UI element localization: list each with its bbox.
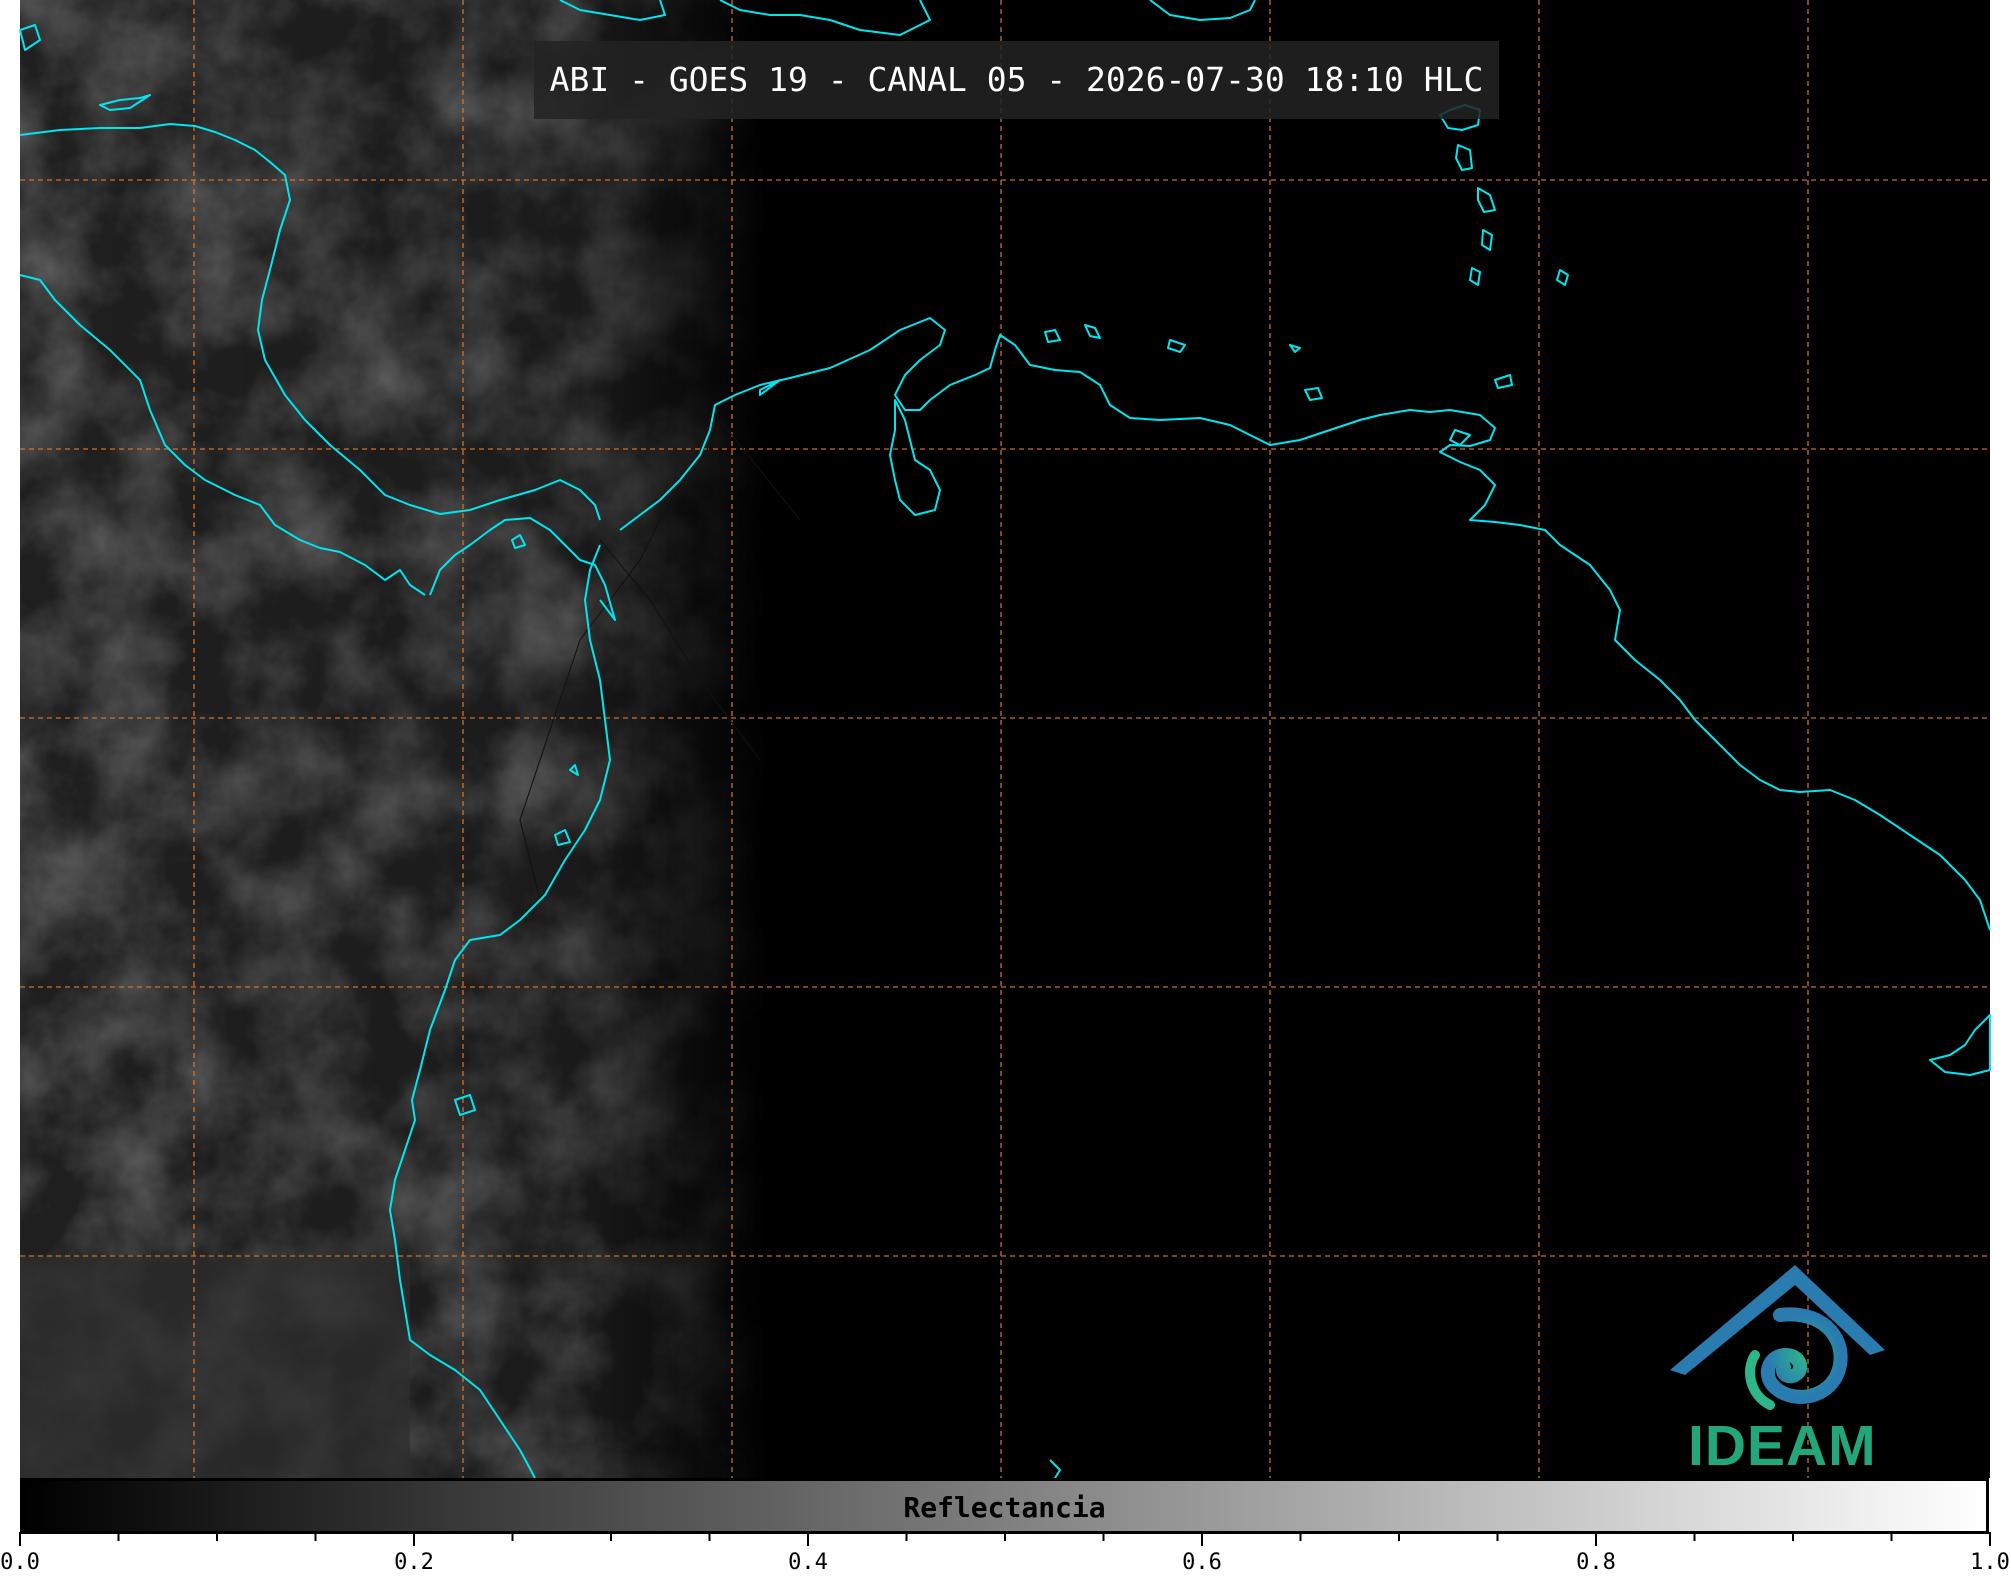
ideam-logo xyxy=(1670,1265,1885,1410)
map-title: ABI - GOES 19 - CANAL 05 - 2026-07-30 18… xyxy=(549,60,1484,99)
colorbar-label: Reflectancia xyxy=(903,1491,1106,1524)
colorbar-ticks xyxy=(19,1532,1991,1546)
colorbar-tick-label: 1.0 xyxy=(1970,1550,2010,1575)
lower-left-cloud-sheet xyxy=(20,1255,410,1478)
colorbar-tick-label: 0.2 xyxy=(394,1550,434,1575)
logo-wordmark: IDEAM xyxy=(1688,1414,1877,1478)
colorbar-tick-label: 0.6 xyxy=(1182,1550,1222,1575)
colorbar-tick-label: 0.4 xyxy=(788,1550,828,1575)
colorbar: Reflectancia xyxy=(20,1478,1989,1534)
colorbar-tick-label: 0.8 xyxy=(1576,1550,1616,1575)
logo-swirl-icon xyxy=(1760,1307,1848,1404)
colorbar-tick-label: 0.0 xyxy=(0,1550,40,1575)
